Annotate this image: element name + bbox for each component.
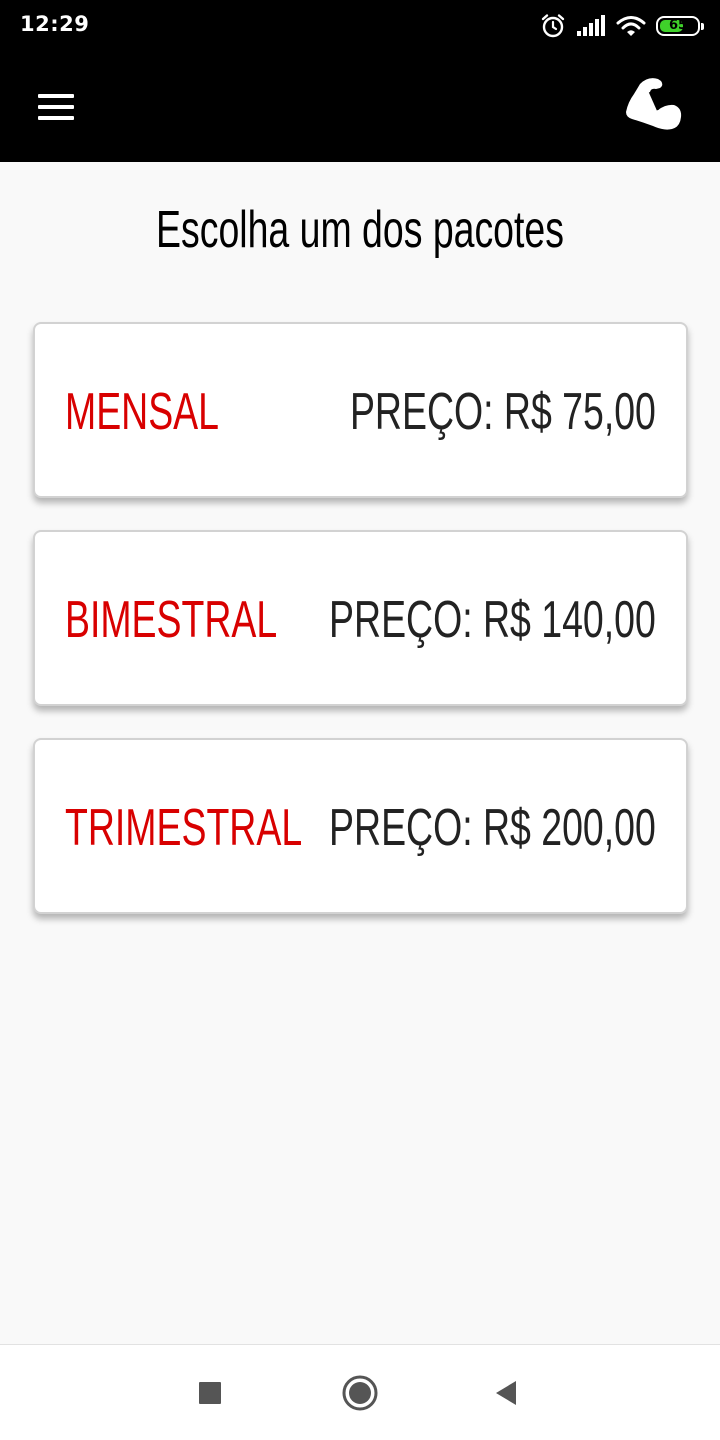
battery-icon: 65 <box>656 16 704 36</box>
home-circle-icon[interactable] <box>340 1373 380 1413</box>
app-bar <box>0 52 720 162</box>
package-price: PREÇO: R$ 140,00 <box>329 591 656 649</box>
package-name: BIMESTRAL <box>65 591 278 649</box>
alarm-icon <box>541 14 565 38</box>
package-name: TRIMESTRAL <box>65 799 303 857</box>
battery-level: 65 <box>668 18 688 33</box>
status-icons: 65 <box>540 12 704 40</box>
page-title: Escolha um dos pacotes <box>156 201 564 259</box>
status-time: 12:29 <box>20 12 90 36</box>
flexed-arm-icon <box>626 78 682 130</box>
status-bar: 12:29 65 <box>0 0 720 52</box>
battery-tip <box>701 23 704 30</box>
package-price: PREÇO: R$ 200,00 <box>329 799 656 857</box>
system-nav-bar <box>0 1344 720 1440</box>
wifi-icon <box>616 16 646 36</box>
package-list: MENSAL PREÇO: R$ 75,00 BIMESTRAL PREÇO: … <box>33 322 688 946</box>
package-card-bimestral[interactable]: BIMESTRAL PREÇO: R$ 140,00 <box>33 530 688 706</box>
package-card-trimestral[interactable]: TRIMESTRAL PREÇO: R$ 200,00 <box>33 738 688 914</box>
recents-square-icon[interactable] <box>190 1373 230 1413</box>
package-name: MENSAL <box>65 383 219 441</box>
package-price: PREÇO: R$ 75,00 <box>350 383 656 441</box>
signal-icon <box>577 15 605 36</box>
package-card-mensal[interactable]: MENSAL PREÇO: R$ 75,00 <box>33 322 688 498</box>
back-triangle-icon[interactable] <box>486 1373 526 1413</box>
hamburger-menu-icon[interactable] <box>36 92 76 122</box>
